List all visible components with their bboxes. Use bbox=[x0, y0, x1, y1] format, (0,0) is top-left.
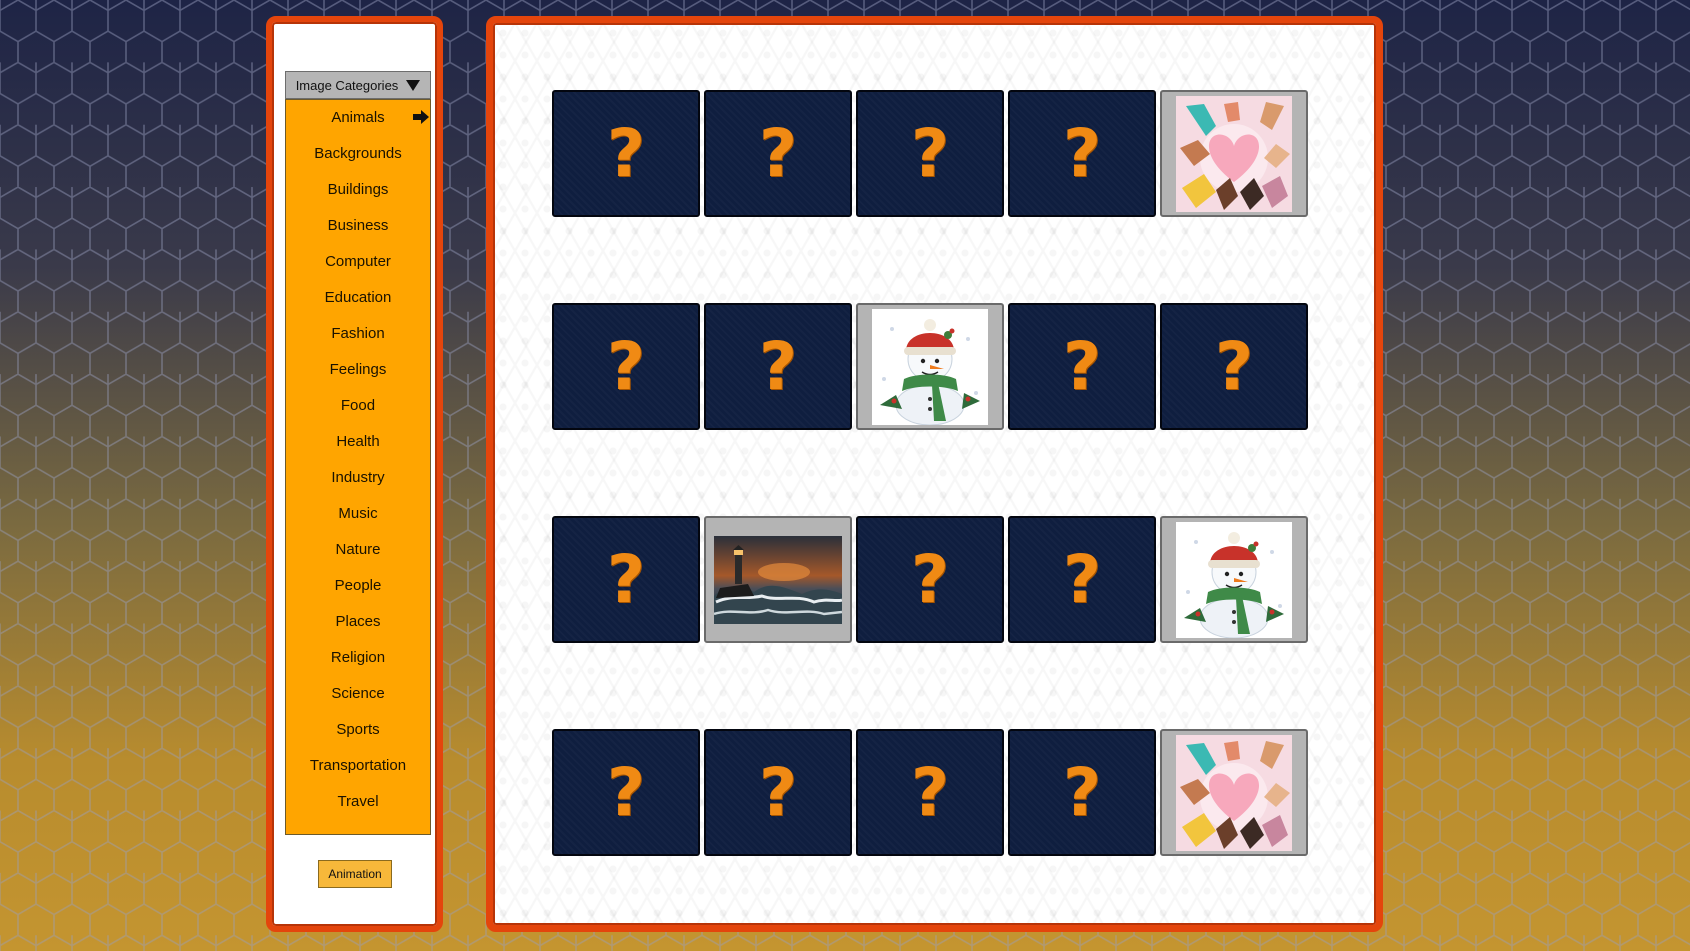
category-item-education[interactable]: Education bbox=[286, 280, 430, 316]
memory-card-hidden[interactable]: ? bbox=[1008, 729, 1156, 856]
question-mark-icon: ? bbox=[910, 114, 950, 192]
snowman-image bbox=[1176, 521, 1292, 638]
memory-card-revealed-snowman[interactable] bbox=[1160, 516, 1308, 643]
memory-card-hidden[interactable]: ? bbox=[552, 516, 700, 643]
memory-card-hidden[interactable]: ? bbox=[1008, 90, 1156, 217]
category-label: Fashion bbox=[331, 325, 385, 342]
category-label: Animals bbox=[331, 109, 385, 126]
category-item-religion[interactable]: Religion bbox=[286, 640, 430, 676]
category-label: Health bbox=[336, 433, 380, 450]
hands-heart-image bbox=[1176, 734, 1292, 851]
memory-card-revealed-hands-heart[interactable] bbox=[1160, 90, 1308, 217]
snowman-image bbox=[872, 308, 988, 425]
lighthouse-storm-image bbox=[714, 535, 842, 624]
memory-card-hidden[interactable]: ? bbox=[704, 729, 852, 856]
category-label: Places bbox=[335, 613, 381, 630]
category-item-travel[interactable]: Travel bbox=[286, 784, 430, 820]
category-label: Buildings bbox=[327, 181, 389, 198]
category-label: Education bbox=[324, 289, 392, 306]
memory-card-hidden[interactable]: ? bbox=[552, 90, 700, 217]
category-label: Business bbox=[327, 217, 389, 234]
category-item-transportation[interactable]: Transportation bbox=[286, 748, 430, 784]
memory-card-hidden[interactable]: ? bbox=[1160, 303, 1308, 430]
category-item-people[interactable]: People bbox=[286, 568, 430, 604]
question-mark-icon: ? bbox=[1062, 753, 1102, 831]
question-mark-icon: ? bbox=[1062, 327, 1102, 405]
category-item-science[interactable]: Science bbox=[286, 676, 430, 712]
memory-card-hidden[interactable]: ? bbox=[856, 729, 1004, 856]
category-item-sports[interactable]: Sports bbox=[286, 712, 430, 748]
category-item-industry[interactable]: Industry bbox=[286, 460, 430, 496]
memory-card-hidden[interactable]: ? bbox=[1008, 516, 1156, 643]
category-item-fashion[interactable]: Fashion bbox=[286, 316, 430, 352]
category-label: Computer bbox=[325, 253, 391, 270]
category-item-feelings[interactable]: Feelings bbox=[286, 352, 430, 388]
question-mark-icon: ? bbox=[910, 540, 950, 618]
category-item-food[interactable]: Food bbox=[286, 388, 430, 424]
category-list: Animals Backgrounds Buildings Business Compu… bbox=[285, 99, 431, 835]
memory-card-revealed-lighthouse-storm[interactable] bbox=[704, 516, 852, 643]
category-item-animals[interactable]: Animals bbox=[286, 100, 430, 136]
category-label: Food bbox=[340, 397, 376, 414]
question-mark-icon: ? bbox=[606, 327, 646, 405]
category-item-places[interactable]: Places bbox=[286, 604, 430, 640]
question-mark-icon: ? bbox=[910, 753, 950, 831]
dropdown-label: Image Categories bbox=[295, 77, 399, 93]
category-item-nature[interactable]: Nature bbox=[286, 532, 430, 568]
question-mark-icon: ? bbox=[1062, 114, 1102, 192]
question-mark-icon: ? bbox=[1214, 327, 1254, 405]
memory-card-hidden[interactable]: ? bbox=[856, 90, 1004, 217]
memory-card-hidden[interactable]: ? bbox=[704, 303, 852, 430]
category-label: Science bbox=[331, 685, 385, 702]
memory-card-revealed-snowman[interactable] bbox=[856, 303, 1004, 430]
category-label: Sports bbox=[336, 721, 380, 738]
memory-card-hidden[interactable]: ? bbox=[704, 90, 852, 217]
category-item-buildings[interactable]: Buildings bbox=[286, 172, 430, 208]
question-mark-icon: ? bbox=[758, 327, 798, 405]
question-mark-icon: ? bbox=[758, 114, 798, 192]
question-mark-icon: ? bbox=[606, 753, 646, 831]
category-label: People bbox=[334, 577, 382, 594]
category-label: Transportation bbox=[309, 757, 407, 774]
category-label: Nature bbox=[335, 541, 381, 558]
memory-card-hidden[interactable]: ? bbox=[1008, 303, 1156, 430]
question-mark-icon: ? bbox=[758, 753, 798, 831]
memory-card-hidden[interactable]: ? bbox=[552, 303, 700, 430]
category-item-business[interactable]: Business bbox=[286, 208, 430, 244]
category-label: Feelings bbox=[329, 361, 387, 378]
category-item-computer[interactable]: Computer bbox=[286, 244, 430, 280]
memory-card-hidden[interactable]: ? bbox=[552, 729, 700, 856]
category-item-music[interactable]: Music bbox=[286, 496, 430, 532]
category-item-backgrounds[interactable]: Backgrounds bbox=[286, 136, 430, 172]
category-label: Backgrounds bbox=[314, 145, 402, 162]
memory-card-hidden[interactable]: ? bbox=[856, 516, 1004, 643]
category-label: Industry bbox=[331, 469, 385, 486]
caret-down-icon bbox=[406, 79, 421, 91]
hands-heart-image bbox=[1176, 95, 1292, 212]
category-label: Religion bbox=[330, 649, 386, 666]
category-label: Travel bbox=[337, 793, 379, 810]
question-mark-icon: ? bbox=[606, 114, 646, 192]
memory-game-board: ???? ?? ? ? ? ? ? ? ? ? ? bbox=[486, 16, 1383, 932]
animation-button[interactable]: Animation bbox=[318, 860, 392, 888]
question-mark-icon: ? bbox=[1062, 540, 1102, 618]
submenu-arrow-icon bbox=[413, 110, 429, 124]
question-mark-icon: ? bbox=[606, 540, 646, 618]
memory-card-revealed-hands-heart[interactable] bbox=[1160, 729, 1308, 856]
image-categories-dropdown[interactable]: Image Categories bbox=[285, 71, 431, 99]
category-sidebar: Image Categories Animals Backgrounds Build… bbox=[266, 16, 443, 932]
category-label: Music bbox=[338, 505, 378, 522]
category-item-health[interactable]: Health bbox=[286, 424, 430, 460]
